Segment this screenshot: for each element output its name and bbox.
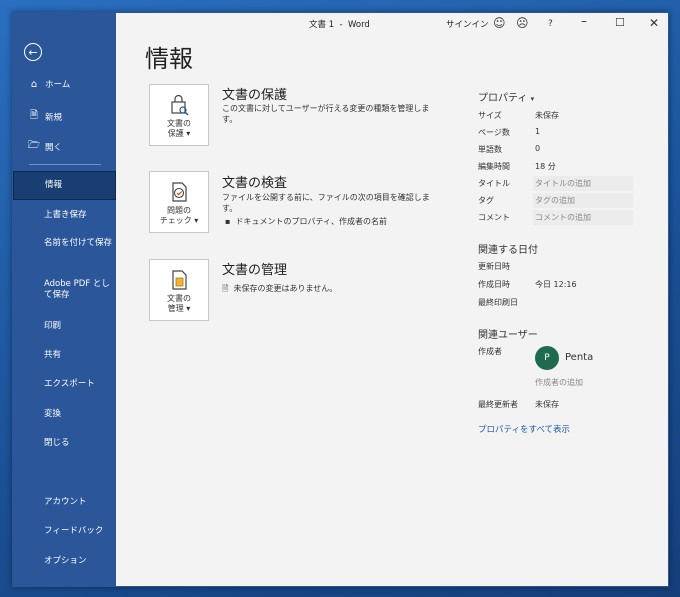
prop-row-modified: 更新日時 bbox=[478, 259, 638, 274]
prop-key: ページ数 bbox=[478, 128, 510, 137]
title-input[interactable]: タイトルの追加 bbox=[535, 178, 591, 189]
section-desc-protect: この文書に対してユーザーが行える変更の種類を管理します。 bbox=[222, 104, 430, 124]
prop-key: 更新日時 bbox=[478, 262, 510, 271]
prop-value: 0 bbox=[535, 144, 541, 153]
prop-key: タグ bbox=[478, 196, 494, 205]
bullet-text: ドキュメントのプロパティ、作成者の名前 bbox=[235, 217, 388, 226]
sidebar-item-options[interactable]: オプション bbox=[44, 556, 114, 567]
sidebar-item-close[interactable]: 閉じる bbox=[44, 438, 114, 449]
related-dates-heading: 関連する日付 bbox=[478, 245, 538, 256]
back-arrow-icon[interactable]: ← bbox=[24, 43, 42, 61]
sidebar-item-label: ホーム bbox=[45, 80, 71, 90]
sidebar-item-label: 新規 bbox=[45, 112, 63, 123]
prop-key: 作成者 bbox=[478, 347, 502, 356]
title-bar: 文書 1 - Word サインイン ☺ ☹ ? – ☐ ✕ bbox=[116, 13, 668, 35]
bullet-icon: ▪ bbox=[225, 217, 231, 226]
sidebar-item-transform[interactable]: 変換 bbox=[44, 409, 114, 420]
prop-row-comments: コメント コメントの追加 bbox=[478, 210, 638, 225]
prop-row-tags: タグ タグの追加 bbox=[478, 193, 638, 208]
section-title-manage: 文書の管理 bbox=[222, 263, 288, 278]
prop-row-title: タイトル タイトルの追加 bbox=[478, 176, 638, 191]
check-button-label: 問題の チェック ▾ bbox=[159, 206, 199, 225]
sidebar-item-label: 情報 bbox=[45, 180, 63, 190]
sidebar-item-save-pdf[interactable]: Adobe PDF として保存 bbox=[44, 279, 114, 301]
manage-button-label: 文書の 管理 ▾ bbox=[167, 294, 191, 313]
manage-document-icon bbox=[172, 270, 187, 290]
smile-feedback-icon[interactable]: ☺ bbox=[493, 16, 506, 30]
prop-value: 未保存 bbox=[535, 400, 559, 409]
folder-open-icon: 🗁 bbox=[27, 140, 41, 151]
tags-input[interactable]: タグの追加 bbox=[535, 195, 575, 206]
author-name[interactable]: Penta bbox=[565, 352, 593, 363]
frown-feedback-icon[interactable]: ☹ bbox=[516, 16, 529, 30]
section-title-protect: 文書の保護 bbox=[222, 88, 288, 103]
window-title: 文書 1 - Word bbox=[309, 20, 370, 30]
prop-key: コメント bbox=[478, 213, 510, 222]
properties-heading[interactable]: プロパティ ▾ bbox=[478, 89, 534, 104]
prop-value: 1 bbox=[535, 127, 541, 136]
document-status-icon: 🗎 bbox=[222, 284, 229, 293]
sidebar-item-save[interactable]: 上書き保存 bbox=[44, 210, 114, 221]
page-title: 情報 bbox=[145, 45, 193, 73]
section-title-inspect: 文書の検査 bbox=[222, 176, 288, 191]
show-all-properties-link[interactable]: プロパティをすべて表示 bbox=[478, 423, 570, 435]
section-desc-manage: 🗎 未保存の変更はありません。 bbox=[222, 283, 430, 294]
sidebar-item-new[interactable]: 🗎 新規 bbox=[13, 108, 116, 125]
sidebar-item-home[interactable]: ⌂ ホーム bbox=[13, 78, 116, 91]
prop-row-add-author: 作成者の追加 bbox=[478, 375, 638, 390]
backstage-sidebar: ← ⌂ ホーム 🗎 新規 🗁 開く 情報 上書き保存 名前を付けて保存 Adob… bbox=[13, 13, 116, 586]
comments-input[interactable]: コメントの追加 bbox=[535, 212, 591, 223]
prop-row-size: サイズ 未保存 bbox=[478, 108, 638, 123]
chevron-down-icon: ▾ bbox=[530, 95, 535, 103]
sidebar-item-label: 開く bbox=[45, 142, 63, 153]
prop-row-words: 単語数 0 bbox=[478, 142, 638, 157]
home-icon: ⌂ bbox=[30, 78, 38, 90]
sidebar-item-feedback[interactable]: フィードバック bbox=[44, 526, 114, 537]
section-desc-inspect: ファイルを公開する前に、ファイルの次の項目を確認します。 bbox=[222, 193, 430, 213]
prop-key: サイズ bbox=[478, 111, 502, 120]
help-icon[interactable]: ? bbox=[548, 19, 553, 29]
sidebar-item-save-as[interactable]: 名前を付けて保存 bbox=[44, 238, 114, 249]
manage-document-button[interactable]: 文書の 管理 ▾ bbox=[149, 259, 209, 321]
prop-key: 最終印刷日 bbox=[478, 298, 518, 307]
word-window: ← ⌂ ホーム 🗎 新規 🗁 開く 情報 上書き保存 名前を付けて保存 Adob… bbox=[12, 12, 669, 587]
prop-value: 今日 12:16 bbox=[535, 280, 577, 289]
minimize-icon[interactable]: – bbox=[581, 14, 587, 28]
sidebar-item-info[interactable]: 情報 bbox=[13, 171, 116, 200]
inspect-document-icon bbox=[172, 182, 187, 202]
prop-row-pages: ページ数 1 bbox=[478, 125, 638, 140]
new-document-icon: 🗎 bbox=[29, 110, 39, 121]
protect-button-label: 文書の 保護 ▾ bbox=[167, 119, 191, 138]
prop-row-edit-time: 編集時間 18 分 bbox=[478, 159, 638, 174]
maximize-icon[interactable]: ☐ bbox=[615, 16, 625, 29]
sidebar-item-export[interactable]: エクスポート bbox=[44, 379, 114, 390]
add-author-input[interactable]: 作成者の追加 bbox=[535, 377, 583, 388]
prop-key: タイトル bbox=[478, 179, 510, 188]
prop-row-printed: 最終印刷日 bbox=[478, 295, 638, 310]
inspect-bullet: ▪ ドキュメントのプロパティ、作成者の名前 bbox=[225, 216, 433, 227]
prop-key: 作成日時 bbox=[478, 280, 510, 289]
prop-value: 18 分 bbox=[535, 162, 556, 171]
sidebar-item-share[interactable]: 共有 bbox=[44, 350, 114, 361]
avatar[interactable]: P bbox=[535, 346, 559, 370]
sidebar-divider bbox=[29, 164, 101, 165]
signin-button[interactable]: サインイン bbox=[446, 18, 489, 30]
sidebar-item-account[interactable]: アカウント bbox=[44, 497, 114, 508]
prop-key: 単語数 bbox=[478, 145, 502, 154]
related-people-heading: 関連ユーザー bbox=[478, 330, 538, 341]
prop-key: 編集時間 bbox=[478, 162, 510, 171]
lock-document-icon bbox=[171, 94, 189, 116]
prop-row-last-modified: 最終更新者 未保存 bbox=[478, 397, 638, 412]
check-issues-button[interactable]: 問題の チェック ▾ bbox=[149, 171, 209, 233]
prop-row-created: 作成日時 今日 12:16 bbox=[478, 277, 638, 292]
close-icon[interactable]: ✕ bbox=[649, 16, 659, 30]
prop-key: 最終更新者 bbox=[478, 400, 518, 409]
protect-document-button[interactable]: 文書の 保護 ▾ bbox=[149, 84, 209, 146]
prop-value: 未保存 bbox=[535, 111, 559, 120]
sidebar-item-print[interactable]: 印刷 bbox=[44, 321, 114, 332]
manage-status-text: 未保存の変更はありません。 bbox=[233, 284, 338, 293]
sidebar-item-open[interactable]: 🗁 開く bbox=[13, 138, 116, 155]
